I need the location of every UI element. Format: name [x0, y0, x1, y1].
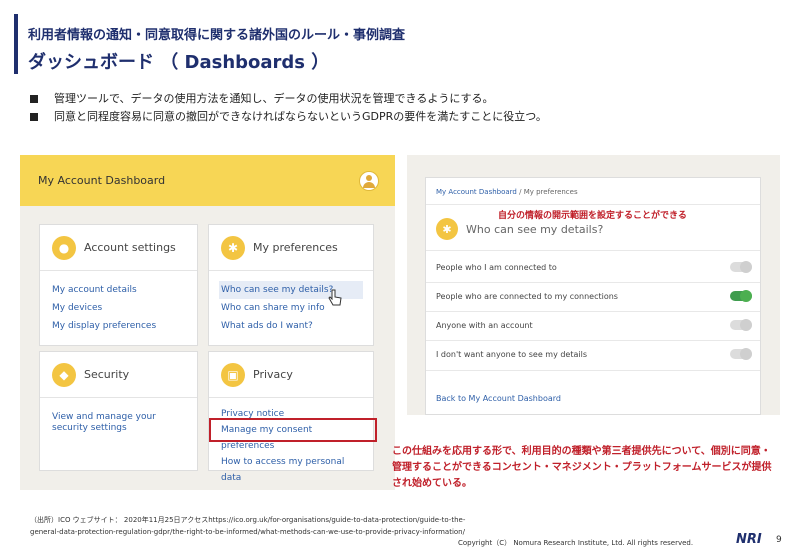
- bullet-list: 管理ツールで、データの使用方法を通知し、データの使用状況を管理できるようにする。…: [30, 90, 547, 126]
- breadcrumb-current: My preferences: [523, 188, 578, 196]
- option-row: I don't want anyone to see my details: [436, 348, 752, 360]
- copyright-text: Copyright（C） Nomura Research Institute, …: [458, 539, 694, 547]
- link-my-devices[interactable]: My devices: [50, 299, 187, 317]
- shield-icon: ◆: [52, 362, 76, 387]
- dashboard-header: My Account Dashboard: [20, 155, 395, 206]
- question-heading: Who can see my details?: [466, 222, 604, 236]
- link-security-settings[interactable]: View and manage your security settings: [50, 412, 170, 434]
- gear-icon: ✱: [436, 218, 458, 240]
- back-link[interactable]: Back to My Account Dashboard: [436, 394, 561, 403]
- card-title: Security: [84, 368, 130, 381]
- breadcrumb-link[interactable]: My Account Dashboard: [436, 188, 517, 196]
- option-row: People who I am connected to: [436, 261, 752, 273]
- card-account-settings: ● Account settings My account details My …: [39, 224, 198, 346]
- bullet-item: 管理ツールで、データの使用方法を通知し、データの使用状況を管理できるようにする。: [30, 90, 547, 108]
- card-title: Privacy: [253, 368, 293, 381]
- preferences-panel: My Account Dashboard / My preferences 自分…: [425, 177, 761, 415]
- toggle-switch[interactable]: [730, 319, 752, 331]
- card-my-preferences: ✱ My preferences Who can see my details? …: [208, 224, 374, 346]
- bullet-item: 同意と同程度容易に同意の撤回ができなければならないというGDPRの要件を満たすこ…: [30, 108, 547, 126]
- square-bullet-icon: [30, 113, 38, 121]
- nri-logo: NRI: [736, 532, 762, 547]
- link-what-ads[interactable]: What ads do I want?: [219, 317, 363, 335]
- user-avatar-icon[interactable]: [359, 170, 379, 191]
- square-bullet-icon: [30, 95, 38, 103]
- consent-highlight-box: [209, 418, 377, 442]
- hand-cursor-icon: [328, 289, 342, 306]
- page-number: 9: [776, 535, 782, 545]
- card-title: Account settings: [84, 241, 176, 254]
- card-title: My preferences: [253, 241, 338, 254]
- link-access-personal-data[interactable]: How to access my personal data: [219, 454, 363, 486]
- title-accent-bar: [14, 14, 18, 74]
- slide-subtitle: 利用者情報の通知・同意取得に関する諸外国のルール・事例調査: [28, 28, 406, 43]
- dashboard-title: My Account Dashboard: [38, 174, 166, 187]
- option-row: Anyone with an account: [436, 319, 752, 331]
- toggle-switch[interactable]: [730, 261, 752, 273]
- account-dashboard-screenshot: My Account Dashboard ● Account settings M…: [20, 155, 395, 490]
- option-row: People who are connected to my connectio…: [436, 290, 752, 302]
- link-my-account-details[interactable]: My account details: [50, 281, 187, 299]
- source-citation: （出所）ICO ウェブサイト： 2020年11月25日アクセスhttps://i…: [30, 516, 466, 536]
- slide-title: ダッシュボード （ Dashboards ）: [28, 52, 330, 73]
- lock-icon: ▣: [221, 362, 245, 387]
- user-icon: ●: [52, 235, 76, 260]
- callout-note: この仕組みを応用する形で、利用目的の種類や第三者提供先について、個別に同意・管理…: [392, 446, 772, 489]
- link-my-display-preferences[interactable]: My display preferences: [50, 317, 187, 335]
- preferences-screenshot: My Account Dashboard / My preferences 自分…: [407, 155, 780, 415]
- toggle-switch[interactable]: [730, 290, 752, 302]
- card-security: ◆ Security View and manage your security …: [39, 351, 198, 471]
- card-privacy: ▣ Privacy Privacy notice Manage my consen…: [208, 351, 374, 483]
- gear-icon: ✱: [221, 235, 245, 260]
- breadcrumb: My Account Dashboard / My preferences: [436, 188, 578, 196]
- toggle-switch[interactable]: [730, 348, 752, 360]
